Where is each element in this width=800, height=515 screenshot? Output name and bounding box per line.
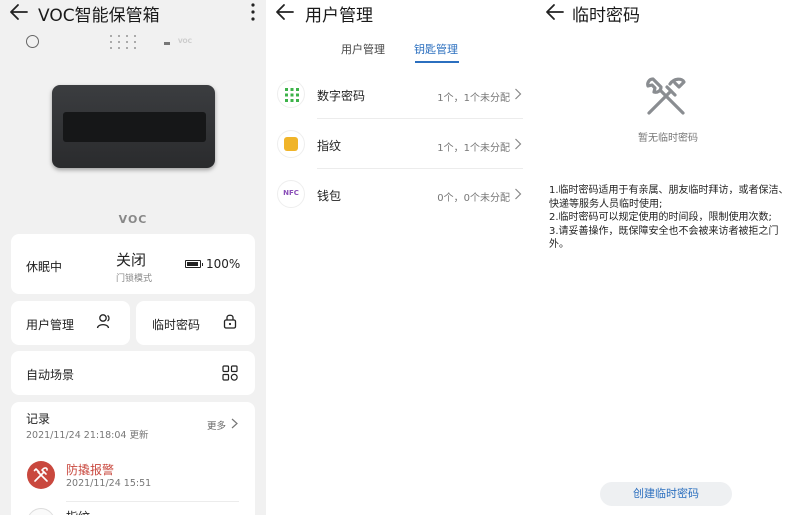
row-divider bbox=[317, 168, 523, 169]
auto-scene-label: 自动场景 bbox=[26, 368, 75, 382]
row-divider bbox=[317, 118, 523, 119]
create-temp-password-button[interactable]: 创建临时密码 bbox=[600, 482, 732, 506]
safe-front-panel bbox=[63, 112, 206, 142]
safe-keypad bbox=[106, 33, 150, 51]
temp-password-description: 1.临时密码适用于有亲属、朋友临时拜访，或者保洁、快递等服务人员临时使用; 2.… bbox=[549, 184, 789, 252]
desc-line-1: 1.临时密码适用于有亲属、朋友临时拜访，或者保洁、快递等服务人员临时使用; bbox=[549, 185, 789, 210]
tab-key-mgmt[interactable]: 钥匙管理 bbox=[414, 41, 458, 57]
tools-icon bbox=[646, 77, 686, 115]
temp-password-topbar: 临时密码 bbox=[536, 0, 800, 26]
safe-device-logo: VOC bbox=[178, 38, 193, 45]
keypad-icon bbox=[277, 80, 305, 108]
empty-state-text: 暂无临时密码 bbox=[638, 133, 698, 144]
safe-indicator bbox=[164, 42, 170, 45]
record-item-title: 防撬报警 bbox=[66, 463, 115, 477]
lock-icon bbox=[223, 314, 237, 329]
page-title: VOC智能保管箱 bbox=[38, 6, 160, 26]
desc-line-3: 3.请妥善操作，既保障安全也不会被来访者被拒之门外。 bbox=[549, 225, 779, 251]
tab-user-mgmt[interactable]: 用户管理 bbox=[341, 41, 385, 57]
row-label-pin[interactable]: 数字密码 bbox=[317, 87, 365, 104]
safe-knob bbox=[26, 35, 39, 48]
home-topbar: VOC智能保管箱 bbox=[0, 0, 266, 26]
back-arrow-icon[interactable] bbox=[544, 1, 566, 23]
row-value-fingerprint: 1个，1个未分配 bbox=[437, 143, 510, 154]
lock-state: 关闭 bbox=[116, 251, 147, 269]
safe-device-image bbox=[52, 85, 215, 168]
record-item-partial: 指纹 bbox=[66, 508, 90, 515]
temp-password-label: 临时密码 bbox=[152, 318, 201, 332]
user-mgmt-topbar: 用户管理 bbox=[266, 0, 536, 26]
lock-mode: 门锁模式 bbox=[116, 274, 153, 284]
page-title: 临时密码 bbox=[572, 6, 640, 26]
sleep-status: 休眠中 bbox=[26, 260, 63, 274]
chevron-right-icon[interactable] bbox=[514, 138, 522, 150]
fingerprint-icon bbox=[277, 130, 305, 158]
chevron-right-icon[interactable] bbox=[231, 418, 238, 429]
records-more-link[interactable]: 更多 bbox=[207, 418, 226, 432]
grid-icon bbox=[222, 365, 238, 381]
nfc-icon: NFC bbox=[277, 180, 305, 208]
row-label-wallet[interactable]: 钱包 bbox=[317, 187, 341, 204]
row-label-fingerprint[interactable]: 指纹 bbox=[317, 137, 341, 154]
page-title: 用户管理 bbox=[305, 6, 373, 26]
user-mgmt-panel: 用户管理 bbox=[266, 0, 536, 515]
home-panel: VOC智能保管箱 VOC VOC 休眠中 关闭 门锁模式 100% 用户管理 临… bbox=[0, 0, 266, 515]
chevron-right-icon[interactable] bbox=[514, 188, 522, 200]
more-vert-icon[interactable] bbox=[248, 2, 258, 24]
alarm-icon bbox=[27, 461, 55, 489]
record-divider bbox=[66, 501, 239, 502]
records-updated: 2021/11/24 21:18:04 更新 bbox=[26, 430, 149, 441]
chevron-right-icon[interactable] bbox=[514, 88, 522, 100]
record-item-time: 2021/11/24 15:51 bbox=[66, 478, 152, 489]
brand-label: VOC bbox=[118, 213, 148, 226]
back-arrow-icon[interactable] bbox=[8, 1, 30, 23]
records-title: 记录 bbox=[26, 412, 51, 426]
back-arrow-icon[interactable] bbox=[274, 1, 296, 23]
user-mgmt-label: 用户管理 bbox=[26, 318, 75, 332]
user-icon bbox=[96, 314, 110, 329]
row-value-pin: 1个，1个未分配 bbox=[437, 93, 510, 104]
battery-percent: 100% bbox=[206, 257, 241, 271]
battery-icon bbox=[185, 260, 203, 268]
active-tab-indicator bbox=[415, 61, 459, 63]
desc-line-2: 2.临时密码可以规定使用的时间段，限制使用次数; bbox=[549, 212, 772, 223]
row-value-wallet: 0个，0个未分配 bbox=[437, 193, 510, 204]
